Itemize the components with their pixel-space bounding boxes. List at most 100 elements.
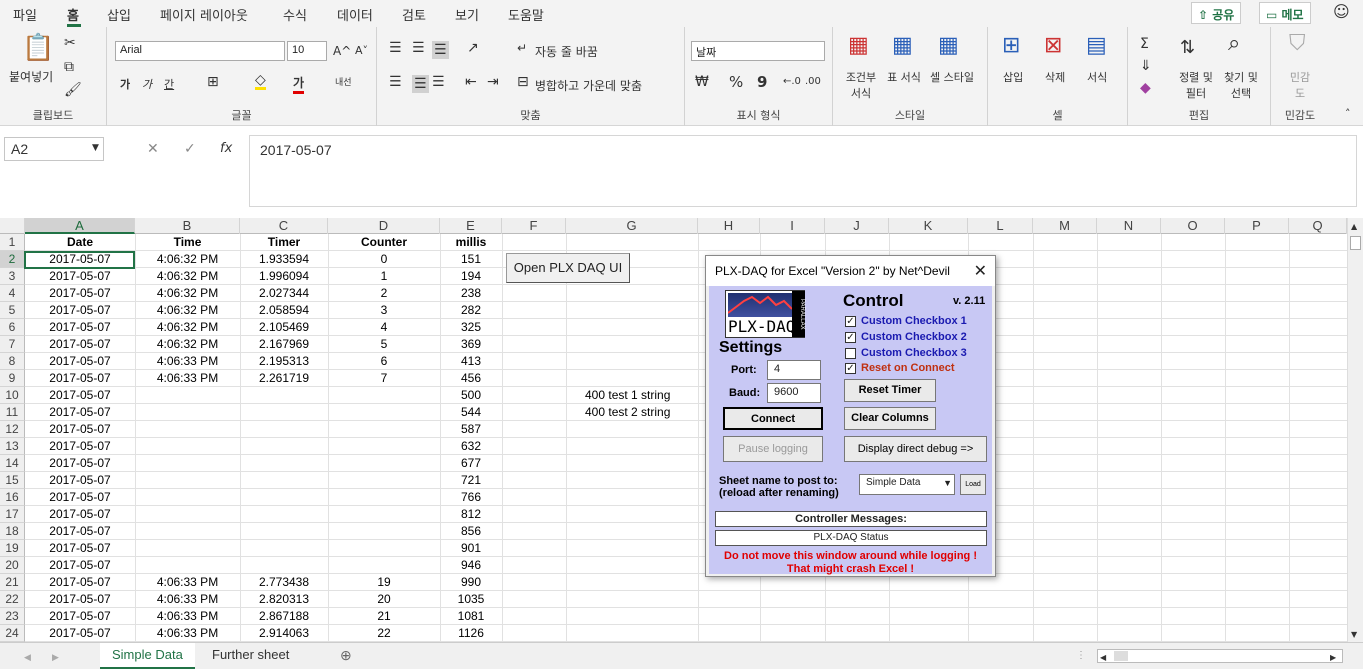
format-painter-icon[interactable]: 🖌 bbox=[64, 83, 82, 97]
row-header-5[interactable]: 5 bbox=[0, 302, 25, 319]
open-plx-daq-button[interactable]: Open PLX DAQ UI bbox=[506, 253, 630, 283]
format-table-icon[interactable]: ▦ bbox=[892, 35, 913, 57]
autosum-icon[interactable]: Σ bbox=[1140, 37, 1149, 51]
memo-button[interactable]: ▭ 메모 bbox=[1259, 2, 1311, 24]
baud-input[interactable]: 9600 bbox=[767, 383, 821, 403]
cell-millis[interactable]: 194 bbox=[440, 268, 502, 285]
sort-filter-button[interactable]: 정렬 및 필터 bbox=[1175, 69, 1217, 101]
menu-help[interactable]: 도움말 bbox=[508, 5, 544, 24]
column-header-n[interactable]: N bbox=[1097, 218, 1161, 234]
dropdown-arrow-icon[interactable]: ▼ bbox=[943, 478, 952, 488]
increase-indent-icon[interactable]: ⇥ bbox=[487, 75, 499, 89]
row-header-11[interactable]: 11 bbox=[0, 404, 25, 421]
cell-date[interactable]: 2017-05-07 bbox=[25, 574, 135, 591]
sensitivity-icon[interactable]: ⛉ bbox=[1289, 33, 1306, 55]
cell-date[interactable]: 2017-05-07 bbox=[25, 608, 135, 625]
row-header-13[interactable]: 13 bbox=[0, 438, 25, 455]
row-header-8[interactable]: 8 bbox=[0, 353, 25, 370]
column-header-o[interactable]: O bbox=[1161, 218, 1225, 234]
cell-millis[interactable]: 901 bbox=[440, 540, 502, 557]
custom-checkbox-2[interactable]: ✓ bbox=[845, 332, 856, 343]
reset-on-connect-checkbox[interactable]: ✓ bbox=[845, 363, 856, 374]
cell-millis[interactable]: 812 bbox=[440, 506, 502, 523]
cell-millis[interactable]: 721 bbox=[440, 472, 502, 489]
cell-timer[interactable]: 2.867188 bbox=[240, 608, 328, 625]
cell-date[interactable]: 2017-05-07 bbox=[25, 523, 135, 540]
cell-g-string[interactable]: 400 test 1 string bbox=[585, 387, 670, 404]
column-header-k[interactable]: K bbox=[889, 218, 968, 234]
next-sheet-icon[interactable]: ▶ bbox=[52, 650, 59, 664]
cell-millis[interactable]: 282 bbox=[440, 302, 502, 319]
font-name-select[interactable]: Arial bbox=[115, 41, 285, 61]
font-grow-icon[interactable]: A^ bbox=[333, 44, 351, 58]
row-header-7[interactable]: 7 bbox=[0, 336, 25, 353]
cell-timer[interactable]: 2.773438 bbox=[240, 574, 328, 591]
cell-millis[interactable]: 766 bbox=[440, 489, 502, 506]
name-box-dropdown-icon[interactable]: ▼ bbox=[92, 141, 99, 155]
format-table-button[interactable]: 표 서식 bbox=[886, 69, 922, 85]
font-size-select[interactable]: 10 bbox=[287, 41, 327, 61]
format-cells-button[interactable]: 서식 bbox=[1087, 69, 1107, 85]
scroll-down-icon[interactable]: ▼ bbox=[1351, 628, 1357, 642]
comma-button[interactable]: 9 bbox=[757, 73, 767, 91]
cell-counter[interactable]: 21 bbox=[328, 608, 440, 625]
merge-center-button[interactable]: 병합하고 가운데 맞춤 bbox=[535, 77, 642, 94]
align-left-icon[interactable]: ☰ bbox=[389, 75, 402, 89]
cell-counter[interactable]: 4 bbox=[328, 319, 440, 336]
cut-icon[interactable]: ✂ bbox=[64, 36, 76, 50]
align-right-icon[interactable]: ☰ bbox=[432, 75, 445, 89]
cell-millis[interactable]: 946 bbox=[440, 557, 502, 574]
cell-timer[interactable]: 2.105469 bbox=[240, 319, 328, 336]
column-header-q[interactable]: Q bbox=[1289, 218, 1347, 234]
dialog-title-bar[interactable]: PLX-DAQ for Excel "Version 2" by Net^Dev… bbox=[706, 256, 995, 286]
sheet-tab-simple-data[interactable]: Simple Data bbox=[100, 643, 195, 669]
column-header-b[interactable]: B bbox=[135, 218, 240, 234]
underline-button[interactable]: 간 bbox=[164, 76, 174, 92]
decrease-indent-icon[interactable]: ⇤ bbox=[465, 75, 477, 89]
cell-date[interactable]: 2017-05-07 bbox=[25, 302, 135, 319]
cell-time[interactable]: 4:06:33 PM bbox=[135, 353, 240, 370]
find-select-icon[interactable]: ⌕ bbox=[1228, 33, 1240, 55]
row-header-22[interactable]: 22 bbox=[0, 591, 25, 608]
delete-cells-button[interactable]: 삭제 bbox=[1045, 69, 1065, 85]
cell-counter[interactable]: 2 bbox=[328, 285, 440, 302]
cell-time[interactable]: 4:06:33 PM bbox=[135, 608, 240, 625]
horizontal-scrollbar[interactable]: ◀ ▶ bbox=[1097, 649, 1343, 663]
cell-millis[interactable]: 1081 bbox=[440, 608, 502, 625]
cell-date[interactable]: 2017-05-07 bbox=[25, 268, 135, 285]
formula-input[interactable]: 2017-05-07 bbox=[249, 135, 1357, 207]
cell-date[interactable]: 2017-05-07 bbox=[25, 489, 135, 506]
cell-time[interactable]: 4:06:32 PM bbox=[135, 285, 240, 302]
column-header-h[interactable]: H bbox=[698, 218, 760, 234]
sort-filter-icon[interactable]: ⇅ bbox=[1180, 39, 1195, 57]
sheet-tab-further-sheet[interactable]: Further sheet bbox=[200, 643, 301, 669]
currency-icon[interactable]: ₩ bbox=[695, 75, 709, 89]
bold-button[interactable]: 가 bbox=[120, 76, 130, 92]
vertical-scroll-thumb[interactable] bbox=[1350, 236, 1361, 250]
font-shrink-icon[interactable]: A˅ bbox=[355, 44, 368, 58]
header-cell-timer[interactable]: Timer bbox=[240, 234, 328, 251]
sensitivity-button[interactable]: 민감도 bbox=[1287, 69, 1313, 101]
cell-date[interactable]: 2017-05-07 bbox=[25, 591, 135, 608]
align-bottom-icon[interactable]: ☰ bbox=[432, 41, 449, 59]
cell-millis[interactable]: 369 bbox=[440, 336, 502, 353]
header-cell-date[interactable]: Date bbox=[25, 234, 135, 251]
column-header-f[interactable]: F bbox=[502, 218, 566, 234]
border-icon[interactable]: ⊞ bbox=[207, 75, 219, 89]
cell-counter[interactable]: 1 bbox=[328, 268, 440, 285]
row-header-6[interactable]: 6 bbox=[0, 319, 25, 336]
row-header-19[interactable]: 19 bbox=[0, 540, 25, 557]
cell-date[interactable]: 2017-05-07 bbox=[25, 370, 135, 387]
scroll-left-icon[interactable]: ◀ bbox=[1100, 651, 1106, 665]
cell-millis[interactable]: 151 bbox=[440, 251, 502, 268]
cell-counter[interactable]: 5 bbox=[328, 336, 440, 353]
cell-millis[interactable]: 1035 bbox=[440, 591, 502, 608]
menu-insert[interactable]: 삽입 bbox=[107, 5, 131, 24]
cell-millis[interactable]: 500 bbox=[440, 387, 502, 404]
row-header-1[interactable]: 1 bbox=[0, 234, 25, 251]
insert-function-icon[interactable]: fx bbox=[220, 142, 232, 156]
header-cell-millis[interactable]: millis bbox=[440, 234, 502, 251]
paste-icon[interactable]: 📋 bbox=[22, 35, 54, 61]
cell-counter[interactable]: 19 bbox=[328, 574, 440, 591]
cell-date[interactable]: 2017-05-07 bbox=[25, 506, 135, 523]
